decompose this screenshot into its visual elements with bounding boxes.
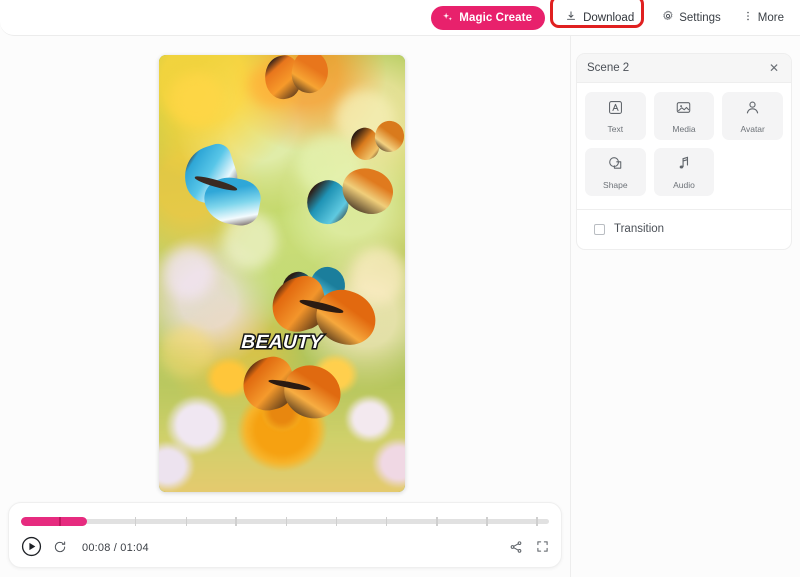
more-label: More [758, 12, 784, 24]
close-icon[interactable]: ✕ [767, 60, 781, 76]
timeline-progress [21, 517, 87, 526]
timeline-tick [486, 517, 488, 526]
sparkle-icon [442, 12, 453, 23]
settings-label: Settings [679, 12, 721, 24]
tile-avatar[interactable]: Avatar [722, 92, 783, 140]
tile-label: Shape [603, 180, 628, 190]
download-button[interactable]: Download [559, 6, 640, 30]
magic-create-button[interactable]: Magic Create [431, 6, 545, 30]
bokeh-blob [169, 72, 223, 124]
play-circle-icon [21, 536, 42, 560]
toolbar-actions: Magic Create Download [431, 6, 786, 30]
tile-label: Text [608, 124, 624, 134]
download-icon [565, 10, 577, 25]
person-icon [744, 99, 761, 119]
magic-create-label: Magic Create [459, 12, 532, 24]
video-editor-app: Magic Create Download [0, 0, 800, 577]
transition-row[interactable]: Transition [577, 210, 791, 249]
tile-label: Audio [673, 180, 695, 190]
share-icon [509, 540, 523, 557]
scene-title: Scene 2 [587, 62, 629, 74]
bokeh-blob [164, 247, 213, 299]
share-button[interactable] [509, 540, 523, 557]
more-button[interactable]: More [735, 6, 786, 30]
tile-media[interactable]: Media [654, 92, 715, 140]
fullscreen-icon [536, 540, 549, 556]
scene-card-header: Scene 2 ✕ [577, 54, 791, 83]
replay-button[interactable] [53, 540, 67, 557]
shape-icon [607, 155, 624, 175]
music-note-icon [675, 155, 692, 175]
download-button-wrapper: Download [559, 6, 640, 30]
timeline-tick [286, 517, 288, 526]
player-bar: 00:08 / 01:04 [8, 502, 562, 568]
player-controls: 00:08 / 01:04 [9, 529, 561, 567]
download-label: Download [583, 12, 634, 24]
image-icon [675, 99, 692, 119]
tile-label: Media [672, 124, 695, 134]
timeline-tick [235, 517, 237, 526]
timeline-tick [336, 517, 338, 526]
scene-card: Scene 2 ✕ Text [576, 53, 792, 250]
scene-tool-grid: Text Media [577, 83, 791, 209]
kebab-menu-icon [743, 10, 753, 25]
fullscreen-button[interactable] [536, 540, 549, 556]
butterfly-teal [307, 169, 396, 230]
timeline-track[interactable] [21, 517, 549, 525]
butterfly-orange-top [265, 55, 329, 103]
play-button[interactable] [21, 536, 42, 560]
transition-label: Transition [614, 223, 664, 235]
timeline-tick [186, 517, 188, 526]
caption-text[interactable]: BEAUTY [159, 332, 405, 354]
butterfly-small-right [351, 121, 405, 165]
text-box-icon [607, 99, 624, 119]
scene-side-panel: Scene 2 ✕ Text [570, 36, 800, 577]
settings-button[interactable]: Settings [654, 6, 729, 30]
butterfly-blue [174, 147, 275, 230]
time-display: 00:08 / 01:04 [82, 542, 149, 554]
timeline-tick [386, 517, 388, 526]
top-toolbar: Magic Create Download [0, 0, 800, 36]
butterfly-orange-lower [243, 352, 341, 422]
tile-shape[interactable]: Shape [585, 148, 646, 196]
tile-text[interactable]: Text [585, 92, 646, 140]
restart-icon [53, 540, 67, 557]
timeline-tick [536, 517, 538, 526]
timeline-tick [436, 517, 438, 526]
tile-audio[interactable]: Audio [654, 148, 715, 196]
video-preview-canvas[interactable]: BEAUTY [159, 55, 405, 492]
transition-checkbox[interactable] [594, 224, 605, 235]
tile-label: Avatar [740, 124, 764, 134]
player-right-actions [509, 540, 549, 557]
timeline-tick [135, 517, 137, 526]
editor-stage: BEAUTY [0, 36, 570, 577]
gear-icon [662, 10, 674, 25]
